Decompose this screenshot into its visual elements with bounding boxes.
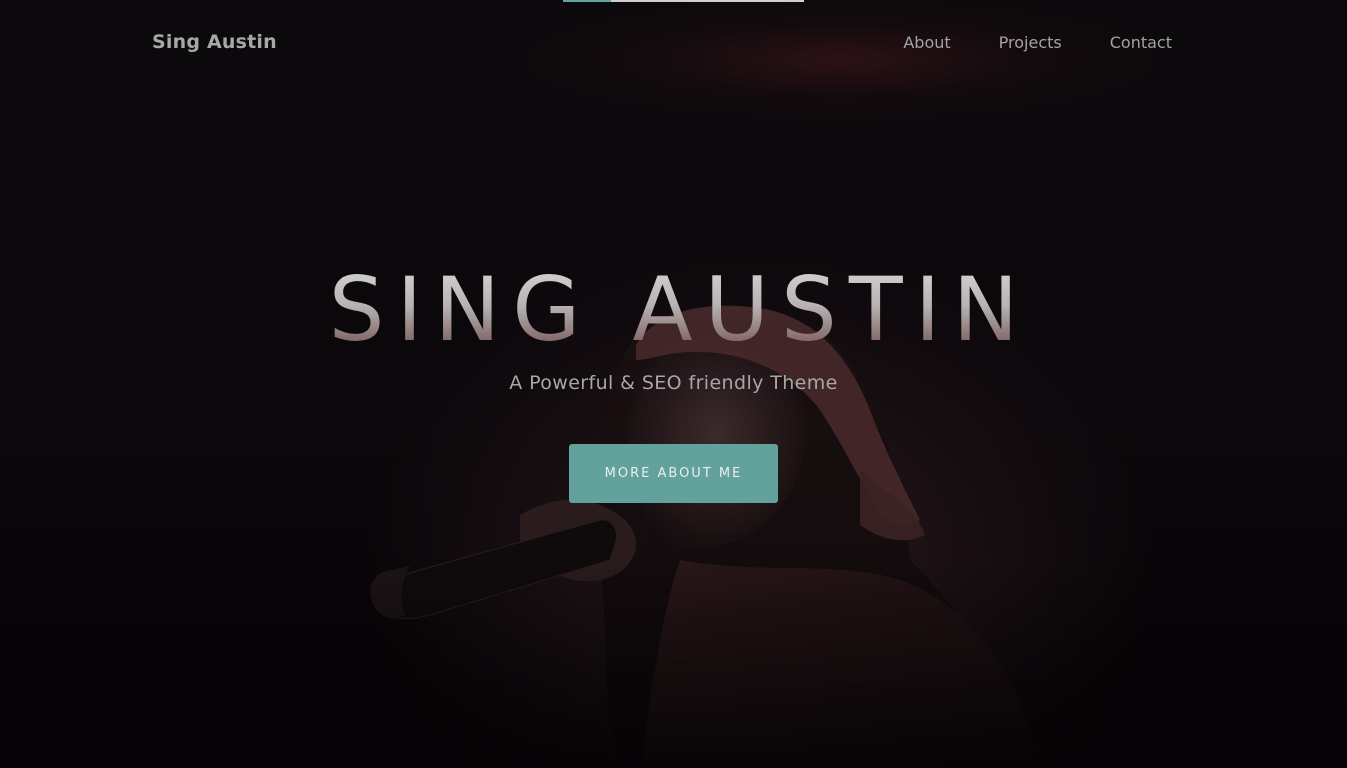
- nav-links: About Projects Contact: [855, 33, 1172, 52]
- nav-link-about[interactable]: About: [903, 33, 950, 52]
- brand-logo-link[interactable]: Sing Austin: [152, 31, 277, 53]
- top-navbar: Sing Austin About Projects Contact: [0, 0, 1347, 88]
- hero-title: SING AUSTIN: [0, 262, 1347, 358]
- hero-section: Sing Austin About Projects Contact SING …: [0, 0, 1347, 768]
- hero-content: SING AUSTIN A Powerful & SEO friendly Th…: [0, 262, 1347, 503]
- more-about-me-button[interactable]: MORE ABOUT ME: [569, 444, 778, 503]
- hero-subtitle: A Powerful & SEO friendly Theme: [509, 372, 838, 394]
- nav-link-contact[interactable]: Contact: [1110, 33, 1172, 52]
- nav-link-projects[interactable]: Projects: [999, 33, 1062, 52]
